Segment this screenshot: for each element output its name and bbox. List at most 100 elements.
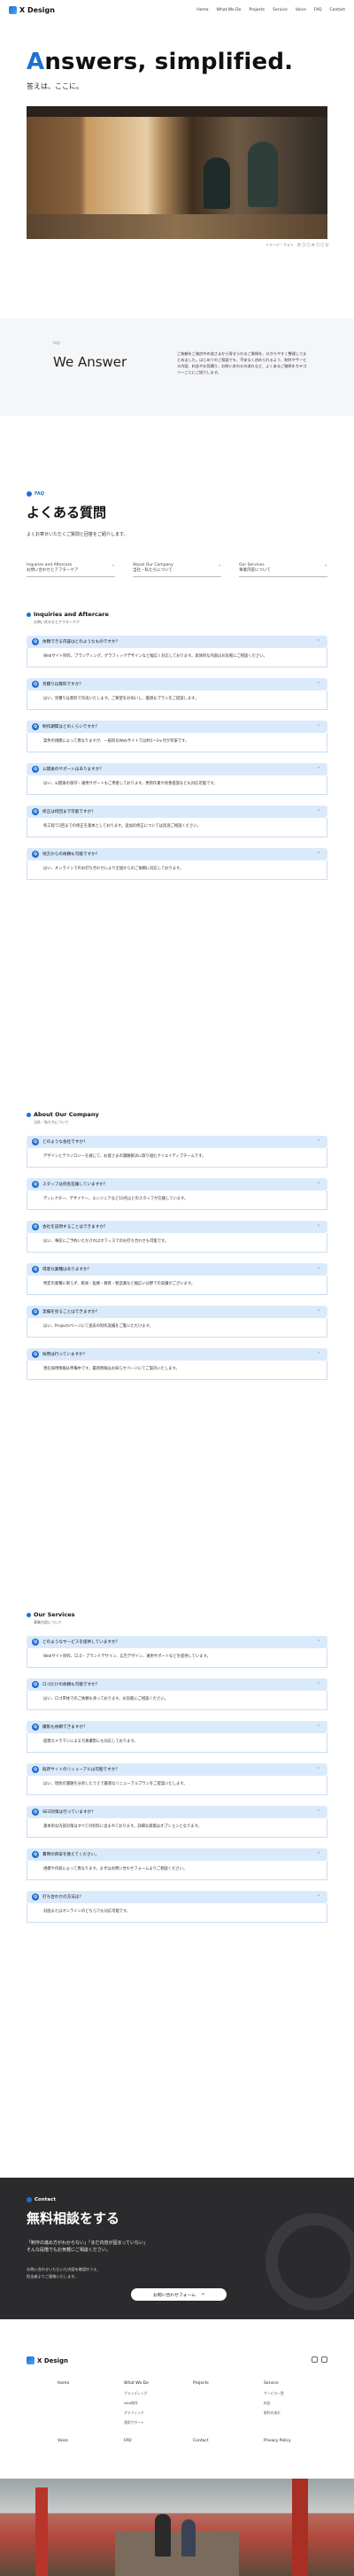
section-company: About Our Company 当社・私たちについて Q どのような会社ですか… — [27, 1111, 327, 1380]
footer-link-contact[interactable]: Contact — [193, 2439, 209, 2443]
faq-question[interactable]: Q ロゴだけの依頼も可能ですか？ ⌃ — [27, 1678, 327, 1691]
faq-question[interactable]: Q 撮影も依頼できますか？ ⌃ — [27, 1721, 327, 1733]
footer-link[interactable]: What We Do — [124, 2381, 149, 2386]
q-badge-icon: Q — [32, 1851, 39, 1858]
footer-sublink[interactable]: サービス一覧 — [264, 2391, 284, 2396]
nav-voice[interactable]: Voice — [296, 8, 306, 12]
contact-lead: 「制作の進め方がわからない」「まだ内容が固まっていない」 そんな段階でもお気軽にご… — [27, 2241, 149, 2253]
faq-question[interactable]: Q 打ち合わせの方法は？ ⌃ — [27, 1891, 327, 1903]
faq-question[interactable]: Q 制作期間はどのくらいですか？ ⌃ — [27, 721, 327, 733]
faq-item: Q 採用は行っていますか？ ⌃ 現在採用情報は準備中です。最新情報はお知らせページにて… — [27, 1348, 327, 1380]
footer-sublink[interactable]: ブランディング — [124, 2391, 149, 2396]
chevron-down-icon: ⌃ — [316, 1352, 320, 1357]
chevron-down-icon: ⌄ — [218, 563, 221, 567]
chevron-down-icon: ⌃ — [316, 682, 320, 687]
q-badge-icon: Q — [32, 1724, 39, 1731]
faq-answer: 案件の規模によって異なりますが、一般的なWebサイトでは約1〜3ヶ月が目安です。 — [27, 733, 327, 752]
section-title: Inquiries and Aftercare — [34, 611, 109, 618]
footer-sublink[interactable]: 制作の流れ — [264, 2410, 284, 2416]
faq-question[interactable]: Q 修正は何回まで可能ですか？ ⌃ — [27, 806, 327, 818]
faq-question[interactable]: Q 実績を見ることはできますか？ ⌃ — [27, 1306, 327, 1318]
category-link-company[interactable]: About Our Company 当社・私たちについて ⌄ — [133, 563, 221, 577]
we-answer-title: We Answer — [53, 354, 127, 370]
faq-item: Q 得意な業種はありますか？ ⌃ 特定の業種に限らず、飲食・医療・教育・製造業など幅広… — [27, 1263, 327, 1295]
nav-service[interactable]: Service — [273, 8, 288, 12]
faq-answer: 提携カメラマンによる写真撮影にも対応しております。 — [27, 1733, 327, 1753]
faq-item: Q どのようなサービスを提供していますか？ ⌃ Webサイト制作、ロゴ・ブランドデザイ… — [27, 1636, 327, 1668]
faq-question[interactable]: Q 見積りは無料ですか？ ⌃ — [27, 678, 327, 690]
site-header: X Design Home What We Do Projects Servic… — [0, 0, 354, 19]
dot-icon — [27, 1612, 31, 1617]
footer-link[interactable]: Service — [264, 2381, 284, 2386]
q-badge-icon: Q — [32, 808, 39, 815]
section-title: About Our Company — [34, 1111, 99, 1118]
chevron-down-icon: ⌃ — [316, 852, 320, 857]
faq-item: Q 制作期間はどのくらいですか？ ⌃ 案件の規模によって異なりますが、一般的なWebサ… — [27, 721, 327, 752]
nav-contact[interactable]: Contact — [329, 8, 345, 12]
category-link-inquiries[interactable]: Inquiries and Aftercare お問い合わせとアフターケア ⌄ — [27, 563, 115, 577]
q-badge-icon: Q — [32, 1893, 39, 1901]
nav-faq[interactable]: FAQ — [314, 8, 322, 12]
faq-item: Q 見積りは無料ですか？ ⌃ はい、見積りは無料で作成いたします。ご要望をお伺いし、最… — [27, 678, 327, 710]
faq-question[interactable]: Q どのような会社ですか？ ⌃ — [27, 1136, 327, 1148]
footer-sublink[interactable]: 料金 — [264, 2401, 284, 2406]
faq-question[interactable]: Q SEO対策は行っていますか？ ⌃ — [27, 1806, 327, 1818]
dot-icon — [27, 491, 32, 497]
faq-question[interactable]: Q 既存サイトのリニューアルは可能ですか？ ⌃ — [27, 1763, 327, 1776]
chevron-down-icon: ⌄ — [324, 563, 327, 567]
footer-column-service: Service サービス一覧 料金 制作の流れ — [264, 2381, 284, 2420]
faq-answer: 現在採用情報は準備中です。最新情報はお知らせページにてご案内いたします。 — [27, 1361, 327, 1380]
faq-question[interactable]: Q 公開後のサポートはありますか？ ⌃ — [27, 763, 327, 775]
faq-question[interactable]: Q 会社を訪問することはできますか？ ⌃ — [27, 1221, 327, 1233]
faq-answer: Webサイト制作、ロゴ・ブランドデザイン、広告デザイン、運用サポートなどを提供し… — [27, 1648, 327, 1668]
q-badge-icon: Q — [32, 723, 39, 730]
faq-question[interactable]: Q 依頼できる内容はどのようなものですか？ ⌃ — [27, 636, 327, 648]
x-icon[interactable] — [321, 2356, 327, 2363]
faq-question[interactable]: Q 採用は行っていますか？ ⌃ — [27, 1348, 327, 1361]
footer-sublink[interactable]: グラフィック — [124, 2410, 149, 2416]
faq-answer: はい、現状の課題を分析したうえで最適なリニューアルプランをご提案いたします。 — [27, 1776, 327, 1795]
hero-title: Answers, simplified. — [27, 49, 294, 75]
footer-sublink[interactable]: Web制作 — [124, 2401, 149, 2406]
footer-link-voice[interactable]: Voice — [58, 2439, 68, 2443]
footer-link-privacy[interactable]: Privacy Policy — [264, 2439, 291, 2443]
chevron-down-icon: ⌃ — [316, 1682, 320, 1687]
q-badge-icon: Q — [32, 1266, 39, 1273]
dot-icon — [27, 2197, 32, 2202]
nav-what-we-do[interactable]: What We Do — [217, 8, 242, 12]
q-badge-icon: Q — [32, 766, 39, 773]
faq-item: Q どのような会社ですか？ ⌃ デザインとテクノロジーを通じて、お客さまの課題解決に取… — [27, 1136, 327, 1168]
footer-logo[interactable]: X Design — [27, 2356, 68, 2364]
faq-question[interactable]: Q スタッフは何名在籍していますか？ ⌃ — [27, 1178, 327, 1191]
faq-question[interactable]: Q どのようなサービスを提供していますか？ ⌃ — [27, 1636, 327, 1648]
faq-answer: Webサイト制作、ブランディング、グラフィックデザインなど幅広く対応しております… — [27, 648, 327, 667]
section-title: Our Services — [34, 1611, 75, 1618]
chevron-down-icon: ⌃ — [316, 1224, 320, 1230]
faq-question[interactable]: Q 得意な業種はありますか？ ⌃ — [27, 1263, 327, 1276]
chevron-down-icon: ⌃ — [316, 1767, 320, 1772]
hero-photo — [27, 106, 327, 239]
footer-link[interactable]: Home — [58, 2381, 69, 2386]
section-subtitle: 事業内容について — [34, 1620, 62, 1624]
footer-link[interactable]: Projects — [193, 2381, 209, 2386]
faq-answer: はい、見積りは無料で作成いたします。ご要望をお伺いし、最適なプランをご提案します… — [27, 690, 327, 710]
footer-photo — [0, 2479, 354, 2576]
nav-home[interactable]: Home — [196, 8, 208, 12]
instagram-icon[interactable] — [312, 2356, 318, 2363]
nav-projects[interactable]: Projects — [249, 8, 265, 12]
contact-section: Contact 無料相談をする 「制作の進め方がわからない」「まだ内容が固まって… — [0, 2178, 354, 2319]
faq-item: Q 会社を訪問することはできますか？ ⌃ はい、事前にご予約いただければオフィスでのお… — [27, 1221, 327, 1253]
faq-question[interactable]: Q 地方からの依頼も可能ですか？ ⌃ — [27, 848, 327, 860]
chevron-down-icon: ⌄ — [112, 563, 115, 567]
faq-item: Q 実績を見ることはできますか？ ⌃ はい、Projectsページにて過去の制作実績を… — [27, 1306, 327, 1338]
faq-question[interactable]: Q 費用の目安を教えてください。 ⌃ — [27, 1848, 327, 1861]
site-logo[interactable]: X Design — [9, 5, 55, 14]
footer-sublink[interactable]: 運用サポート — [124, 2420, 149, 2426]
faq-item: Q 撮影も依頼できますか？ ⌃ 提携カメラマンによる写真撮影にも対応しております。 — [27, 1721, 327, 1753]
category-link-services[interactable]: Our Services 事業内容について ⌄ — [239, 563, 327, 577]
faq-item: Q 打ち合わせの方法は？ ⌃ 対面またはオンラインのどちらでも対応可能です。 — [27, 1891, 327, 1923]
faq-item: Q スタッフは何名在籍していますか？ ⌃ ディレクター、デザイナー、エンジニアなど10… — [27, 1178, 327, 1210]
contact-form-button[interactable]: お問い合わせフォーム → — [131, 2288, 227, 2301]
section-inquiries: Inquiries and Aftercare お問い合わせとアフターケア Q依… — [27, 611, 327, 880]
footer-link-faq[interactable]: FAQ — [124, 2439, 132, 2443]
